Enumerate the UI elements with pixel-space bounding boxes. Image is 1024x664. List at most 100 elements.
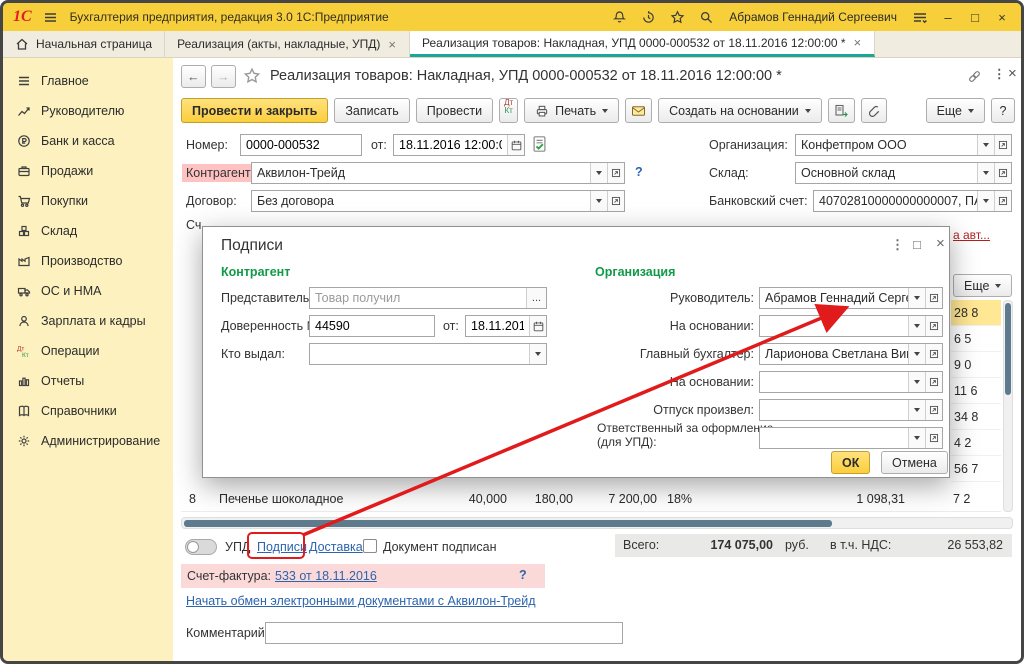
tab-home[interactable]: Начальная страница — [3, 31, 165, 57]
sidebar-item-production[interactable]: Производство — [3, 246, 173, 276]
basis1-combo[interactable] — [759, 315, 943, 337]
current-user[interactable]: Абрамов Геннадий Сергеевич — [729, 10, 897, 24]
dropdown-icon[interactable] — [529, 344, 546, 364]
counterparty-help-icon[interactable]: ? — [635, 165, 643, 179]
warehouse-field[interactable]: Основной склад — [795, 162, 1012, 184]
sidebar-item-fixed-assets[interactable]: ОС и НМА — [3, 276, 173, 306]
open-icon[interactable] — [925, 288, 942, 308]
search-icon[interactable] — [696, 7, 716, 27]
upd-toggle[interactable] — [185, 539, 217, 555]
more-dots-icon[interactable]: ⋮ — [993, 66, 1006, 81]
sidebar-item-sales[interactable]: Продажи — [3, 156, 173, 186]
edi-exchange-link[interactable]: Начать обмен электронными документами с … — [186, 594, 536, 608]
close-document-icon[interactable]: × — [1008, 65, 1017, 82]
open-icon[interactable] — [925, 316, 942, 336]
dropdown-icon[interactable] — [908, 344, 925, 364]
sidebar-item-manager[interactable]: Руководителю — [3, 96, 173, 126]
notifications-bell-icon[interactable] — [609, 7, 629, 27]
invoice-link[interactable]: 533 от 18.11.2016 — [275, 569, 377, 583]
organization-field[interactable]: Конфетпром ООО — [795, 134, 1012, 156]
dropdown-icon[interactable] — [908, 288, 925, 308]
representative-field[interactable]: ... — [309, 287, 547, 309]
print-button[interactable]: Печать — [524, 98, 619, 123]
save-button[interactable]: Записать — [334, 98, 409, 123]
send-email-button[interactable] — [625, 98, 652, 123]
post-and-close-button[interactable]: Провести и закрыть — [181, 98, 328, 123]
table-row[interactable]: 56 7 — [951, 456, 1001, 482]
service-menu-icon[interactable] — [910, 7, 930, 27]
poa-date-input[interactable] — [466, 316, 529, 336]
table-row[interactable]: 6 5 — [951, 326, 1001, 352]
dispatcher-combo[interactable] — [759, 399, 943, 421]
bank-account-field[interactable]: 40702810000000000007, ПАО СБЕРБАНК — [813, 190, 1012, 212]
show-postings-button[interactable]: Дт Кт — [499, 98, 518, 123]
table-row[interactable]: 11 6 — [951, 378, 1001, 404]
dropdown-icon[interactable] — [977, 135, 994, 155]
document-signed-checkbox[interactable] — [363, 539, 377, 553]
scrollbar-thumb[interactable] — [184, 520, 832, 527]
table-more-button[interactable]: Еще — [953, 274, 1012, 297]
related-documents-button[interactable] — [828, 98, 855, 123]
auto-settlements-link-fragment[interactable]: а авт... — [953, 228, 990, 242]
table-horizontal-scrollbar[interactable] — [181, 517, 1013, 529]
open-icon[interactable] — [607, 191, 624, 211]
table-row[interactable]: 4 2 — [951, 430, 1001, 456]
date-input[interactable] — [394, 135, 507, 155]
comment-input[interactable] — [265, 622, 623, 644]
dropdown-icon[interactable] — [977, 163, 994, 183]
calendar-icon[interactable] — [529, 316, 546, 336]
forward-button[interactable]: → — [211, 65, 236, 88]
table-row[interactable]: 28 8 — [951, 300, 1001, 326]
tab-sales-list[interactable]: Реализация (акты, накладные, УПД) × — [165, 31, 410, 57]
contract-field[interactable]: Без договора — [251, 190, 625, 212]
attachments-button[interactable] — [861, 98, 887, 123]
minimize-button[interactable]: – — [939, 10, 957, 25]
dropdown-icon[interactable] — [908, 400, 925, 420]
tab-close-icon[interactable]: × — [387, 37, 397, 52]
open-icon[interactable] — [925, 400, 942, 420]
sidebar-item-administration[interactable]: Администрирование — [3, 426, 173, 456]
maximize-button[interactable]: □ — [966, 10, 984, 25]
sidebar-item-warehouse[interactable]: Склад — [3, 216, 173, 246]
table-row[interactable]: 9 0 — [951, 352, 1001, 378]
help-button[interactable]: ? — [991, 98, 1015, 123]
scrollbar-thumb[interactable] — [1005, 303, 1011, 395]
close-window-button[interactable]: × — [993, 10, 1011, 25]
table-row[interactable]: 34 8 — [951, 404, 1001, 430]
dropdown-icon[interactable] — [908, 316, 925, 336]
sidebar-item-operations[interactable]: ДтКт Операции — [3, 336, 173, 366]
back-button[interactable]: ← — [181, 65, 206, 88]
open-icon[interactable] — [994, 135, 1011, 155]
table-row-8[interactable]: 8 Печенье шоколадное 40,000 180,00 7 200… — [181, 486, 1001, 512]
open-icon[interactable] — [607, 163, 624, 183]
basis2-combo[interactable] — [759, 371, 943, 393]
dropdown-icon[interactable] — [977, 191, 994, 211]
accountant-combo[interactable]: Ларионова Светлана Викт — [759, 343, 943, 365]
open-icon[interactable] — [925, 428, 942, 448]
dropdown-icon[interactable] — [908, 372, 925, 392]
dropdown-icon[interactable] — [908, 428, 925, 448]
link-icon[interactable] — [967, 69, 982, 87]
choose-icon[interactable]: ... — [526, 288, 546, 308]
invoice-help-icon[interactable]: ? — [519, 568, 527, 582]
posted-status-icon[interactable] — [531, 135, 548, 156]
ok-button[interactable]: ОК — [831, 451, 870, 474]
representative-input[interactable] — [310, 288, 526, 308]
more-button[interactable]: Еще — [926, 98, 985, 123]
open-icon[interactable] — [925, 344, 942, 364]
poa-date-field[interactable] — [465, 315, 547, 337]
dialog-more-icon[interactable]: ⋮ — [891, 237, 904, 253]
main-menu-icon[interactable] — [41, 7, 61, 27]
sidebar-item-reports[interactable]: Отчеты — [3, 366, 173, 396]
favorites-star-icon[interactable] — [667, 7, 687, 27]
date-field[interactable] — [393, 134, 525, 156]
director-combo[interactable]: Абрамов Геннадий Серге — [759, 287, 943, 309]
open-icon[interactable] — [994, 163, 1011, 183]
tab-sales-document[interactable]: Реализация товаров: Накладная, УПД 0000-… — [410, 31, 875, 57]
history-icon[interactable] — [638, 7, 658, 27]
counterparty-field[interactable]: Аквилон-Трейд — [251, 162, 625, 184]
issued-by-combo[interactable] — [309, 343, 547, 365]
dialog-maximize-icon[interactable]: □ — [913, 237, 921, 252]
dropdown-icon[interactable] — [590, 191, 607, 211]
number-input[interactable] — [240, 134, 362, 156]
